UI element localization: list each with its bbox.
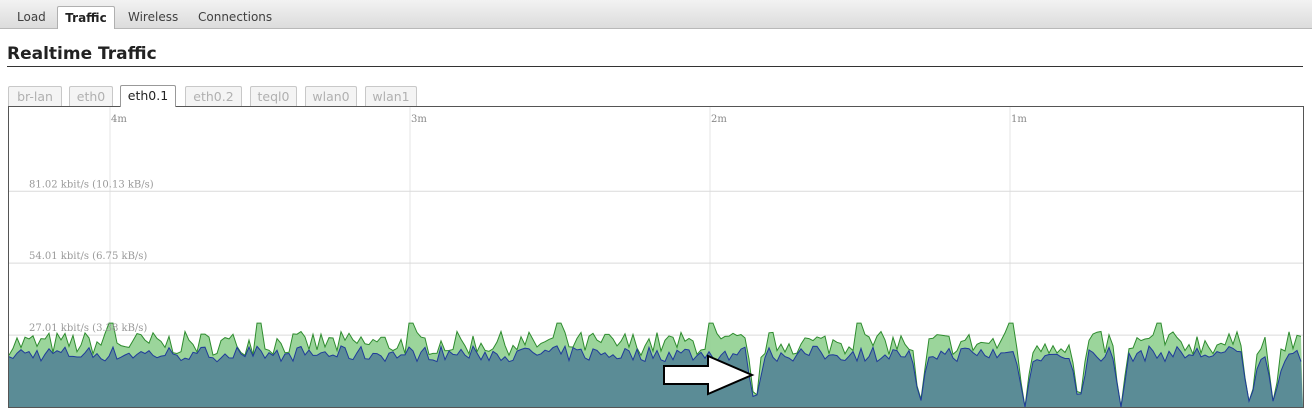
tab-wireless[interactable]: Wireless [128,6,184,29]
value-axis-label: 81.02 kbit/s (10.13 kB/s) [29,179,154,190]
iface-tab-eth0[interactable]: eth0 [69,86,113,107]
time-tick-label: 2m [711,114,727,125]
time-tick-label: 3m [411,114,427,125]
time-tick-label: 1m [1011,114,1027,125]
value-axis-label: 54.01 kbit/s (6.75 kB/s) [29,251,147,262]
tab-connections[interactable]: Connections [198,6,278,29]
iface-tab-br-lan[interactable]: br-lan [8,86,62,107]
time-tick-label: 4m [111,114,127,125]
traffic-graph: 4m 3m 2m 1m 81.02 kbit/s (10.13 kB/s) 54.01 k… [8,106,1304,408]
top-tab-bar: Load Traffic Wireless Connections [0,0,1312,29]
iface-tab-eth0-1[interactable]: eth0.1 [120,85,176,107]
iface-tab-wlan1[interactable]: wlan1 [365,86,417,107]
tab-traffic[interactable]: Traffic [57,6,115,29]
title-divider [7,66,1303,67]
iface-tab-teql0[interactable]: teql0 [250,86,297,107]
iface-tab-eth0-2[interactable]: eth0.2 [185,86,242,107]
page-title: Realtime Traffic [7,44,157,64]
tx-area [9,345,1303,407]
traffic-chart: 4m 3m 2m 1m 81.02 kbit/s (10.13 kB/s) 54.01 k… [9,107,1303,407]
value-axis-label: 27.01 kbit/s (3.38 kB/s) [29,323,147,334]
tab-load[interactable]: Load [17,6,47,29]
iface-tab-wlan0[interactable]: wlan0 [305,86,357,107]
